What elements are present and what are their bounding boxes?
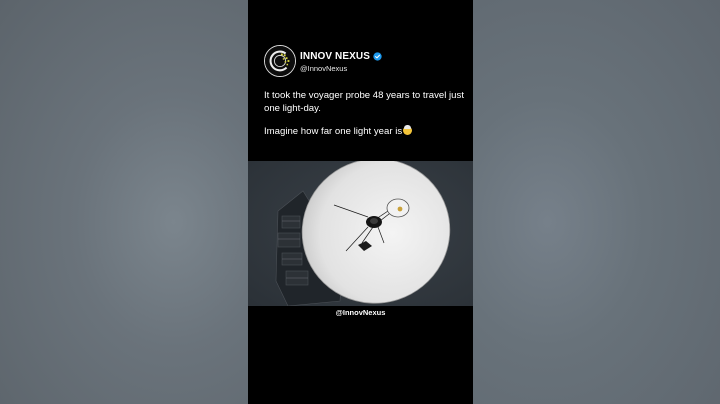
- post-text-line-2: Imagine how far one light year is: [264, 125, 464, 139]
- post-header: INNOV NEXUS @InnovNexus: [264, 45, 464, 79]
- blurred-background-right: [473, 0, 720, 404]
- blurred-background-left: [0, 0, 248, 404]
- watermark: @InnovNexus: [335, 308, 386, 317]
- avatar[interactable]: [264, 45, 296, 77]
- post-text: It took the voyager probe 48 years to tr…: [264, 90, 464, 139]
- short-video-frame[interactable]: INNOV NEXUS @InnovNexus It took the voya…: [248, 0, 473, 404]
- voyager-probe-image: [248, 161, 473, 306]
- post-text-line-2-text: Imagine how far one light year is: [264, 126, 403, 137]
- display-name[interactable]: INNOV NEXUS: [300, 51, 370, 62]
- post-text-line-1: It took the voyager probe 48 years to tr…: [264, 90, 464, 114]
- verified-badge-icon: [373, 51, 382, 61]
- name-row: INNOV NEXUS: [300, 50, 382, 62]
- exploding-head-emoji-icon: [403, 125, 413, 135]
- account-handle[interactable]: @InnovNexus: [300, 64, 347, 73]
- innov-nexus-logo-icon: [265, 46, 295, 76]
